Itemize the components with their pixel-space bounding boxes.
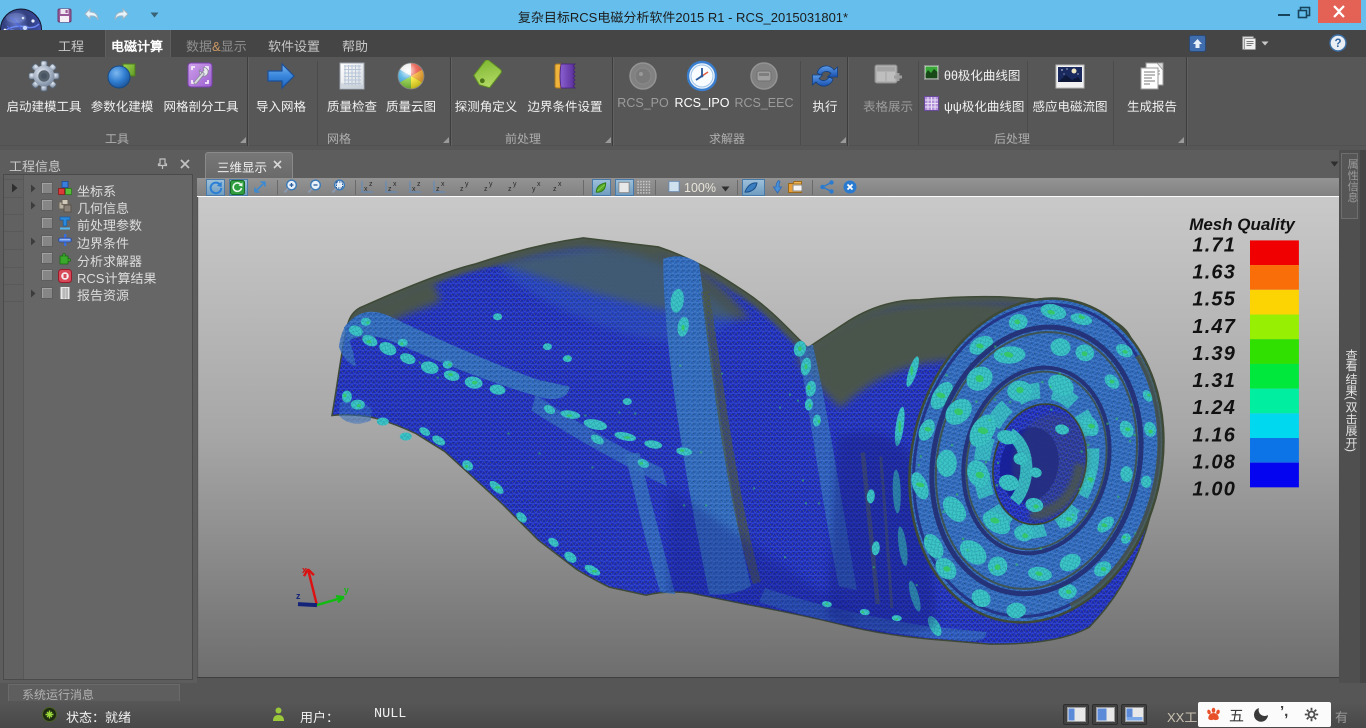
svg-text:Mesh Quality: Mesh Quality	[1189, 215, 1296, 234]
svg-text:1.55: 1.55	[1192, 289, 1236, 311]
svg-text:1.24: 1.24	[1192, 397, 1236, 419]
svg-text:1.71: 1.71	[1192, 234, 1236, 256]
svg-text:y: y	[344, 585, 349, 595]
svg-text:x: x	[558, 181, 562, 188]
svg-text:x: x	[412, 186, 416, 193]
svg-text:1.47: 1.47	[1192, 316, 1236, 338]
svg-text:1.16: 1.16	[1192, 424, 1236, 446]
svg-text:z: z	[388, 186, 392, 193]
svg-text:1.39: 1.39	[1192, 343, 1236, 365]
svg-text:1.31: 1.31	[1192, 370, 1236, 392]
svg-text:z: z	[553, 186, 557, 193]
svg-text:x: x	[364, 186, 368, 193]
svg-text:z: z	[296, 591, 301, 601]
svg-text:1.63: 1.63	[1192, 262, 1236, 284]
svg-text:x: x	[537, 181, 541, 188]
svg-text:1.08: 1.08	[1192, 452, 1236, 474]
svg-text:z: z	[460, 186, 464, 193]
svg-text:x: x	[441, 181, 445, 188]
svg-text:y: y	[489, 181, 493, 188]
svg-text:x: x	[393, 181, 397, 188]
svg-text:z: z	[508, 186, 512, 193]
svg-text:z: z	[484, 186, 488, 193]
svg-text:x: x	[302, 565, 307, 575]
svg-text:1.00: 1.00	[1192, 479, 1236, 501]
svg-text:y: y	[465, 181, 469, 188]
svg-text:y: y	[513, 181, 517, 188]
svg-text:?: ?	[1334, 38, 1341, 50]
svg-text:z: z	[417, 181, 421, 188]
svg-text:y: y	[532, 186, 536, 193]
svg-text:z: z	[369, 181, 373, 188]
svg-text:z: z	[436, 186, 440, 193]
